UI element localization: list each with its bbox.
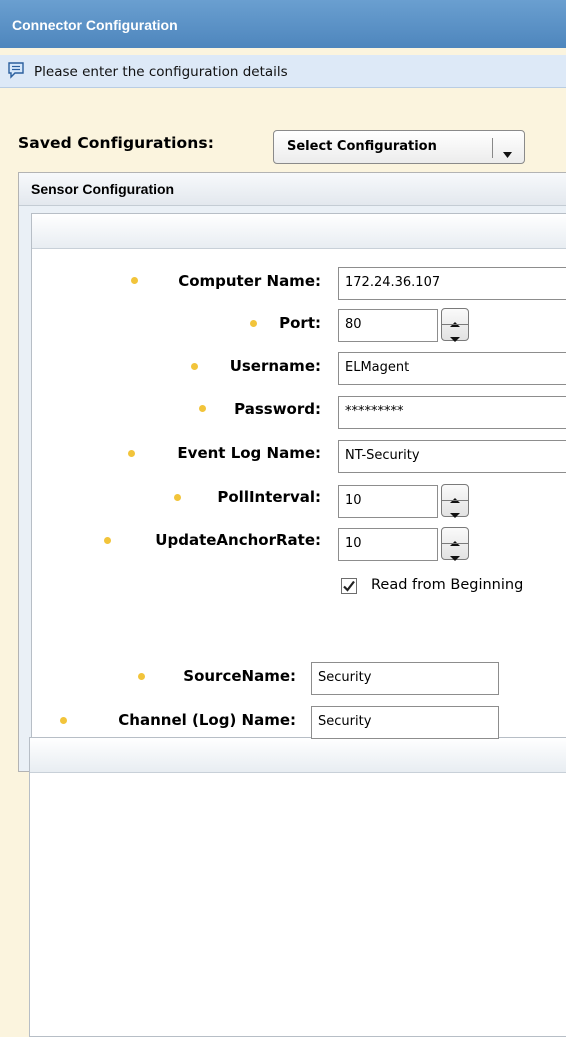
required-indicator xyxy=(191,363,198,370)
sensor-configuration-header: Sensor Configuration xyxy=(19,173,566,206)
saved-configurations-label: Saved Configurations: xyxy=(18,134,215,152)
window-title: Connector Configuration xyxy=(12,17,178,33)
source-settings-group xyxy=(29,737,566,1037)
required-indicator xyxy=(60,717,67,724)
dropdown-divider xyxy=(492,138,493,158)
update-anchor-rate-stepper[interactable] xyxy=(441,527,469,561)
computer-name-input[interactable]: 172.24.36.107 xyxy=(338,267,566,300)
required-indicator xyxy=(250,320,257,327)
source-name-label: SourceName: xyxy=(183,667,296,685)
username-input[interactable]: ELMagent xyxy=(338,352,566,385)
required-indicator xyxy=(174,494,181,501)
connection-settings-header xyxy=(32,214,566,249)
required-indicator xyxy=(128,450,135,457)
source-name-input[interactable]: Security xyxy=(311,662,499,695)
port-stepper[interactable] xyxy=(441,308,469,342)
read-from-beginning-checkbox[interactable] xyxy=(341,578,357,594)
sensor-configuration-title: Sensor Configuration xyxy=(31,181,175,197)
event-log-name-label: Event Log Name: xyxy=(177,444,321,462)
poll-interval-input[interactable]: 10 xyxy=(338,485,438,518)
computer-name-label: Computer Name: xyxy=(178,272,321,290)
channel-name-input[interactable]: Security xyxy=(311,706,499,739)
event-log-name-input[interactable]: NT-Security xyxy=(338,440,566,473)
poll-interval-stepper[interactable] xyxy=(441,484,469,518)
select-configuration-value: Select Configuration xyxy=(287,139,437,154)
required-indicator xyxy=(104,537,111,544)
update-anchor-rate-input[interactable]: 10 xyxy=(338,528,438,561)
title-bar: Connector Configuration xyxy=(0,0,566,48)
select-configuration-dropdown[interactable]: Select Configuration xyxy=(273,130,525,164)
arrow-down-icon[interactable] xyxy=(449,504,461,523)
password-label: Password: xyxy=(234,400,321,418)
required-indicator xyxy=(138,673,145,680)
arrow-down-icon[interactable] xyxy=(449,328,461,347)
chevron-down-icon[interactable] xyxy=(502,144,513,163)
update-anchor-rate-label: UpdateAnchorRate: xyxy=(155,531,321,549)
poll-interval-label: PollInterval: xyxy=(217,488,321,506)
source-settings-header xyxy=(30,738,566,773)
required-indicator xyxy=(131,277,138,284)
channel-name-label: Channel (Log) Name: xyxy=(118,711,296,729)
read-from-beginning-label[interactable]: Read from Beginning xyxy=(371,577,523,593)
info-bar: Please enter the configuration details xyxy=(0,55,566,88)
required-indicator xyxy=(199,405,206,412)
username-label: Username: xyxy=(229,357,321,375)
message-icon xyxy=(7,61,25,83)
port-input[interactable]: 80 xyxy=(338,309,438,342)
checkmark-icon xyxy=(343,580,355,592)
password-input[interactable]: ********* xyxy=(338,396,566,429)
arrow-down-icon[interactable] xyxy=(449,547,461,566)
info-message: Please enter the configuration details xyxy=(34,64,288,80)
port-label: Port: xyxy=(279,314,321,332)
